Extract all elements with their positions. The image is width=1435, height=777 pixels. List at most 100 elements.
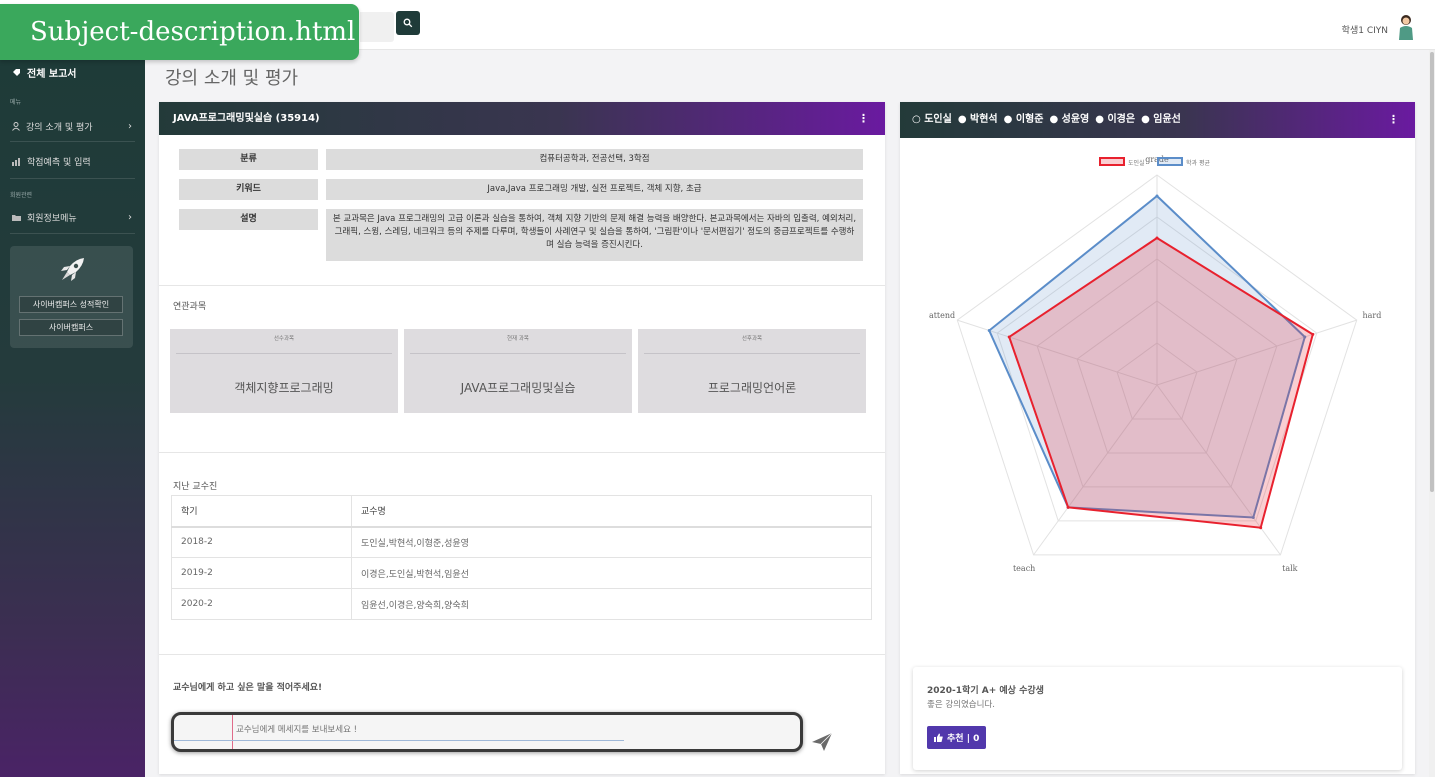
thumbs-up-icon bbox=[934, 733, 943, 742]
radar-axis-label: talk bbox=[1282, 564, 1298, 573]
more-vertical-icon[interactable]: ⋮ bbox=[858, 102, 869, 135]
divider bbox=[159, 452, 885, 453]
info-label: 키워드 bbox=[179, 179, 318, 200]
radar-chart: gradehardtalkteachattend도인실학과 평균 bbox=[929, 155, 1381, 573]
cyber-campus-button[interactable]: 사이버캠퍼스 bbox=[19, 319, 123, 336]
message-box[interactable] bbox=[171, 712, 803, 752]
sidebar-item-label: 강의 소개 및 평가 bbox=[26, 123, 93, 133]
table-cell: 이경은,도인실,박현석,임윤선 bbox=[351, 557, 872, 589]
professors-table: 학기 교수명 2018-2 도인실,박현석,이형준,성윤영 2019-2 이경은… bbox=[171, 495, 872, 620]
info-value: 컴퓨터공학과, 전공선택, 3학점 bbox=[326, 149, 863, 170]
course-card: JAVA프로그래밍및실습 (35914) ⋮ 분류 컴퓨터공학과, 전공선택, … bbox=[159, 102, 885, 774]
info-label: 설명 bbox=[179, 209, 318, 230]
sidebar-item-report[interactable]: 전체 보고서 bbox=[12, 65, 76, 80]
sidebar: 전체 보고서 메뉴 강의 소개 및 평가 › 학점예측 및 입력 회원관련 회원… bbox=[0, 50, 145, 777]
table-row: 2018-2 도인실,박현석,이형준,성윤영 bbox=[171, 526, 872, 558]
course-box-label: 현재 과목 bbox=[507, 336, 529, 342]
professor-radio-6[interactable]: ● 임윤선 bbox=[1141, 114, 1181, 125]
avatar-icon[interactable] bbox=[1397, 14, 1415, 40]
send-icon[interactable] bbox=[811, 732, 833, 752]
table-header: 학기 bbox=[171, 495, 352, 528]
radar-point bbox=[1311, 332, 1315, 336]
file-tab: Subject-description.html bbox=[0, 4, 359, 60]
prerequisite-course[interactable]: 선수과목 객체지향프로그래밍 bbox=[170, 329, 398, 413]
chevron-right-icon: › bbox=[128, 121, 132, 132]
evaluation-card-header: ○ 도인실 ● 박현석 ● 이형준 ● 성윤영 ● 이경은 ● 임윤선 ⋮ bbox=[900, 102, 1415, 138]
radar-point bbox=[1155, 194, 1159, 198]
divider bbox=[176, 353, 392, 354]
recommend-label: 추천 | 0 bbox=[947, 734, 980, 744]
divider bbox=[159, 285, 885, 286]
notebook-rule-line bbox=[174, 740, 624, 741]
search-input[interactable] bbox=[360, 12, 394, 42]
divider bbox=[10, 178, 135, 179]
course-box-name: 프로그래밍언어론 bbox=[707, 381, 797, 395]
radar-point bbox=[987, 328, 991, 332]
notebook-margin-line bbox=[232, 715, 233, 749]
sidebar-item-label: 전체 보고서 bbox=[27, 69, 77, 80]
sidebar-item-lecture[interactable]: 강의 소개 및 평가 › bbox=[12, 120, 134, 133]
message-input[interactable] bbox=[236, 722, 636, 738]
divider bbox=[410, 353, 626, 354]
chevron-right-icon: › bbox=[128, 212, 132, 223]
rocket-icon bbox=[61, 258, 84, 281]
user-icon bbox=[12, 122, 20, 131]
table-row: 2019-2 이경은,도인실,박현석,임윤선 bbox=[171, 557, 872, 589]
course-box-label: 선후과목 bbox=[741, 336, 763, 342]
subsequent-course[interactable]: 선후과목 프로그래밍언어론 bbox=[638, 329, 866, 413]
table-cell: 2019-2 bbox=[171, 557, 352, 589]
radar-point bbox=[1155, 236, 1159, 240]
comment-card: 2020-1학기 A+ 예상 수강생 좋은 강의였습니다. 추천 | 0 bbox=[913, 667, 1402, 770]
radar-axis-label: attend bbox=[929, 311, 955, 320]
info-value: 본 교과목은 Java 프로그래밍의 고급 이론과 실습을 통하여, 객체 지향… bbox=[326, 209, 863, 261]
sidebar-item-label: 학점예측 및 입력 bbox=[27, 158, 91, 168]
cyber-campus-grade-button[interactable]: 사이버캠퍼스 성적확인 bbox=[19, 296, 123, 313]
info-label: 분류 bbox=[179, 149, 318, 170]
sidebar-item-member[interactable]: 회원정보메뉴 › bbox=[12, 211, 134, 224]
table-header: 교수명 bbox=[351, 495, 872, 528]
page-title: 강의 소개 및 평가 bbox=[165, 68, 299, 89]
chart-icon bbox=[12, 157, 20, 166]
search-button[interactable] bbox=[396, 11, 420, 35]
professor-selector: ○ 도인실 ● 박현석 ● 이형준 ● 성윤영 ● 이경은 ● 임윤선 bbox=[912, 114, 1187, 125]
course-box-name: JAVA프로그래밍및실습 bbox=[460, 381, 576, 395]
professor-radio-1[interactable]: ○ 도인실 bbox=[912, 114, 952, 125]
cyber-campus-card: 사이버캠퍼스 성적확인 사이버캠퍼스 bbox=[10, 246, 133, 348]
table-cell: 2018-2 bbox=[171, 526, 352, 558]
professor-radio-2[interactable]: ● 박현석 bbox=[958, 114, 998, 125]
recommend-button[interactable]: 추천 | 0 bbox=[927, 726, 987, 749]
table-cell: 2020-2 bbox=[171, 588, 352, 620]
divider bbox=[10, 233, 135, 234]
divider bbox=[644, 353, 860, 354]
info-row-description: 설명 본 교과목은 Java 프로그래밍의 고급 이론과 실습을 통하여, 객체… bbox=[179, 209, 863, 261]
professor-radio-3[interactable]: ● 이형준 bbox=[1004, 114, 1044, 125]
radar-axis-label: teach bbox=[1013, 564, 1035, 573]
legend-label: 학과 평균 bbox=[1186, 159, 1210, 167]
radar-point bbox=[1259, 526, 1263, 530]
past-professors-title: 지난 교수진 bbox=[173, 482, 218, 492]
legend-swatch bbox=[1099, 157, 1125, 166]
related-courses-title: 연관과목 bbox=[173, 302, 207, 312]
sidebar-section-menu: 메뉴 bbox=[10, 99, 22, 106]
comment-title: 2020-1학기 A+ 예상 수강생 bbox=[927, 686, 1044, 696]
table-cell: 임윤선,이경은,양숙희,양숙희 bbox=[351, 588, 872, 620]
table-header-row: 학기 교수명 bbox=[171, 495, 872, 528]
course-box-label: 선수과목 bbox=[273, 336, 295, 342]
folder-icon bbox=[12, 215, 21, 221]
scrollbar[interactable] bbox=[1429, 50, 1435, 777]
more-vertical-icon[interactable]: ⋮ bbox=[1388, 102, 1399, 138]
sidebar-item-grade-predict[interactable]: 학점예측 및 입력 bbox=[12, 155, 134, 168]
professor-radio-5[interactable]: ● 이경은 bbox=[1095, 114, 1135, 125]
radar-point bbox=[1007, 335, 1011, 339]
scrollbar-thumb[interactable] bbox=[1430, 52, 1434, 492]
message-title: 교수님에게 하고 싶은 말을 적어주세요! bbox=[173, 683, 323, 693]
divider bbox=[10, 141, 135, 142]
legend-swatch bbox=[1157, 157, 1183, 166]
user-name[interactable]: 학생1 CIYN bbox=[1342, 23, 1388, 36]
professor-radio-4[interactable]: ● 성윤영 bbox=[1049, 114, 1089, 125]
current-course[interactable]: 현재 과목 JAVA프로그래밍및실습 bbox=[404, 329, 632, 413]
divider bbox=[159, 654, 885, 655]
info-row-keywords: 키워드 Java,Java 프로그래밍 개발, 실전 프로젝트, 객체 지향, … bbox=[179, 179, 863, 200]
table-row: 2020-2 임윤선,이경은,양숙희,양숙희 bbox=[171, 588, 872, 620]
legend-label: 도인실 bbox=[1128, 159, 1145, 167]
